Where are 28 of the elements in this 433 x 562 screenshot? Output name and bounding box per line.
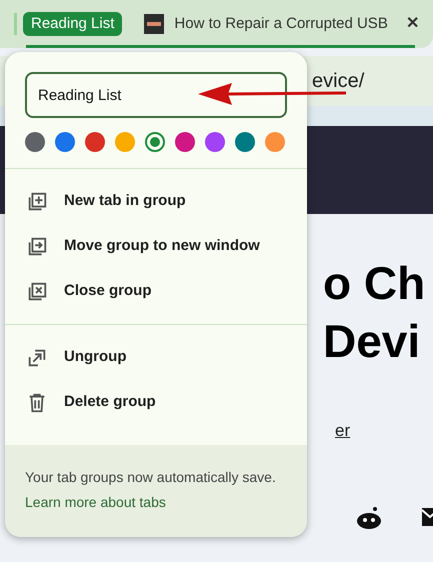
menu-item[interactable]: Delete group — [5, 380, 307, 425]
color-swatch[interactable] — [55, 132, 75, 152]
menu-item[interactable]: New tab in group — [5, 179, 307, 224]
close-group-icon — [26, 280, 48, 302]
color-swatch[interactable] — [145, 132, 165, 152]
article-heading: Devi — [323, 314, 420, 369]
color-swatch[interactable] — [25, 132, 45, 152]
color-swatch[interactable] — [265, 132, 285, 152]
menu-item[interactable]: Close group — [5, 269, 307, 314]
menu-item[interactable]: Ungroup — [5, 335, 307, 380]
article-heading: o Ch — [323, 256, 426, 311]
color-swatch[interactable] — [115, 132, 135, 152]
url-text: evice/ — [312, 69, 364, 94]
color-swatch[interactable] — [85, 132, 105, 152]
color-swatch[interactable] — [205, 132, 225, 152]
group-name-field[interactable]: Reading List — [25, 72, 287, 118]
article-link[interactable]: er — [335, 418, 350, 444]
close-tab-button[interactable]: ✕ — [406, 12, 419, 36]
tab-title[interactable]: How to Repair a Corrupted USB — [174, 12, 388, 36]
color-swatch[interactable] — [235, 132, 255, 152]
learn-more-link[interactable]: Learn more about tabs — [25, 494, 166, 510]
menu-item[interactable]: Move group to new window — [5, 224, 307, 269]
color-swatch[interactable] — [175, 132, 195, 152]
footer-text: Your tab groups now automatically save. Learn more about tabs — [25, 468, 277, 512]
tab-group-chip[interactable]: Reading List — [23, 12, 122, 36]
favicon — [144, 14, 164, 34]
move-window-icon — [26, 236, 48, 258]
add-tab-icon — [26, 190, 48, 212]
